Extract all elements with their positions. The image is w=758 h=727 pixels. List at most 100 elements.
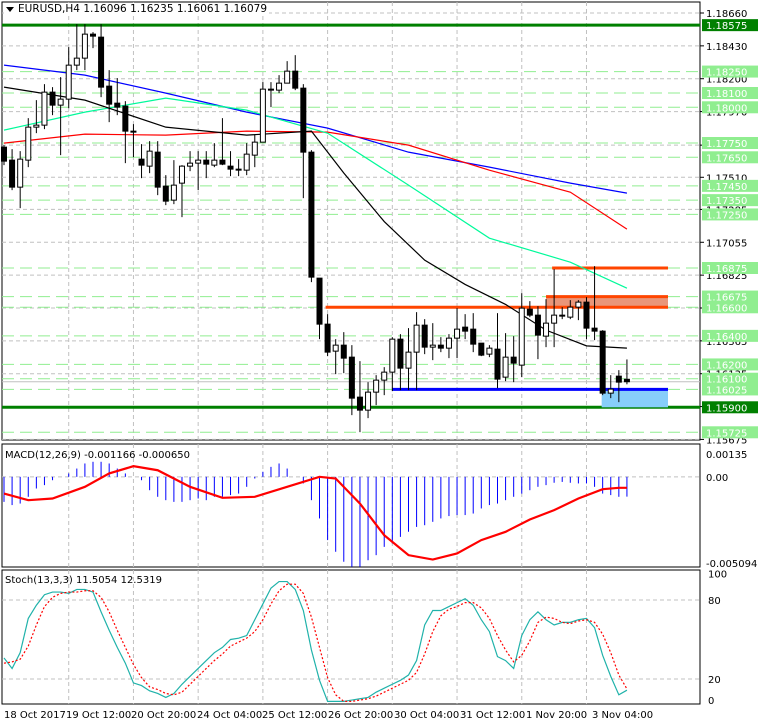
candle-body: [534, 314, 541, 336]
level-price-label: 1.17750: [706, 139, 747, 150]
stoch-pane: [1, 569, 701, 705]
candle-body: [9, 159, 16, 188]
candle-body: [130, 130, 137, 133]
candle: [308, 150, 315, 283]
candle-body: [25, 126, 32, 161]
candle-body: [251, 141, 258, 156]
macd-name: MACD(12,26,9): [5, 450, 81, 461]
candle-body: [591, 327, 598, 332]
candle-body: [340, 344, 347, 359]
y-tick-label: 1.18430: [706, 42, 747, 53]
candle-body: [405, 351, 412, 369]
candle-body: [413, 324, 420, 353]
candle-body: [381, 371, 388, 381]
candle-body: [57, 98, 64, 106]
x-tick-label: 3 Nov 04:00: [592, 710, 654, 721]
candle-body: [211, 159, 218, 166]
level-price-label: 1.16600: [706, 303, 747, 314]
candle-body: [324, 323, 331, 353]
level-price-label: 1.15900: [706, 403, 747, 414]
candle-body: [203, 159, 210, 165]
candle-body: [49, 91, 56, 106]
candle-body: [623, 378, 630, 383]
macd-pane: [1, 443, 701, 568]
candle-body: [284, 70, 291, 84]
candle-body: [518, 307, 525, 366]
candle-body: [607, 388, 614, 394]
trading-chart[interactable]: 1.186601.184301.182001.179701.177351.175…: [0, 0, 758, 727]
candle-body: [187, 162, 194, 167]
level-price-label: 1.18575: [706, 21, 747, 32]
candle-body: [365, 391, 372, 411]
x-tick-label: 20 Oct 20:00: [131, 710, 197, 721]
candle-body: [437, 344, 444, 349]
candle-body: [227, 165, 234, 170]
candle-body: [178, 165, 185, 184]
candle-body: [122, 105, 129, 132]
candle-body: [146, 150, 153, 167]
candle-body: [478, 342, 485, 356]
x-tick-label: 18 Oct 2017: [4, 710, 66, 721]
candle-body: [276, 82, 283, 91]
level-price-label: 1.18000: [706, 103, 747, 114]
candle-body: [510, 356, 517, 364]
x-tick-label: 24 Oct 04:00: [197, 710, 263, 721]
candle-body: [292, 70, 299, 89]
macd-y-tick-label: 0.00135: [706, 450, 747, 461]
candle-body: [235, 168, 242, 171]
candle-body: [81, 33, 88, 59]
y-tick-label: 1.17055: [706, 238, 747, 249]
stoch-y-tick-label: 80: [708, 596, 721, 607]
x-tick-label: 1 Nov 20:00: [526, 710, 588, 721]
candle-body: [41, 91, 48, 126]
x-tick-label: 31 Oct 12:00: [460, 710, 526, 721]
candle-body: [526, 308, 533, 316]
symbol-label: EURUSD,H4: [18, 3, 80, 15]
candle-body: [1, 146, 7, 162]
candle-body: [397, 338, 404, 369]
macd-y-tick-label: 0.00: [706, 473, 728, 484]
stoch-y-tick-label: 0: [708, 696, 714, 707]
candle-body: [73, 57, 80, 66]
candle-body: [17, 158, 24, 188]
candle-body: [494, 348, 501, 380]
macd-main-value: -0.001166: [84, 450, 136, 461]
level-price-label: 1.17650: [706, 153, 747, 164]
candle-body: [332, 344, 339, 352]
macd-signal-value: -0.000650: [138, 450, 190, 461]
stoch-y-tick-label: 20: [708, 675, 721, 686]
candle-body: [89, 33, 96, 37]
candle-body: [429, 344, 436, 348]
stoch-main-value: 11.5054: [76, 575, 118, 586]
candle-body: [267, 88, 274, 91]
low-value: 1.16061: [176, 3, 221, 15]
macd-title: MACD(12,26,9) -0.001166 -0.000650: [5, 450, 190, 461]
level-price-label: 1.16200: [706, 360, 747, 371]
stoch-signal-value: 12.5319: [120, 575, 162, 586]
close-value: 1.16079: [223, 3, 268, 15]
candle-body: [154, 151, 161, 188]
candle-body: [470, 328, 477, 345]
candle-body: [615, 375, 622, 383]
high-value: 1.16235: [130, 3, 174, 15]
x-tick-label: 26 Oct 20:00: [328, 710, 394, 721]
candle-body: [106, 85, 113, 105]
collapse-triangle-icon[interactable]: [6, 6, 14, 12]
level-price-label: 1.18100: [706, 89, 747, 100]
x-tick-label: 25 Oct 12:00: [262, 710, 328, 721]
candle-body: [65, 64, 72, 100]
stoch-title: Stoch(13,3,3) 11.5054 12.5319: [5, 575, 162, 586]
candle-body: [583, 301, 590, 329]
candle-body: [389, 338, 396, 373]
x-tick-label: 30 Oct 04:00: [394, 710, 460, 721]
candle-body: [502, 356, 509, 378]
candle-body: [454, 328, 461, 339]
open-value: 1.16096: [83, 3, 127, 15]
level-price-label: 1.16400: [706, 332, 747, 343]
candle-body: [356, 396, 363, 411]
level-price-label: 1.17350: [706, 196, 747, 207]
candle-body: [445, 337, 452, 349]
candle-body: [551, 314, 558, 324]
candle-body: [373, 379, 380, 393]
level-price-label: 1.18250: [706, 68, 747, 79]
